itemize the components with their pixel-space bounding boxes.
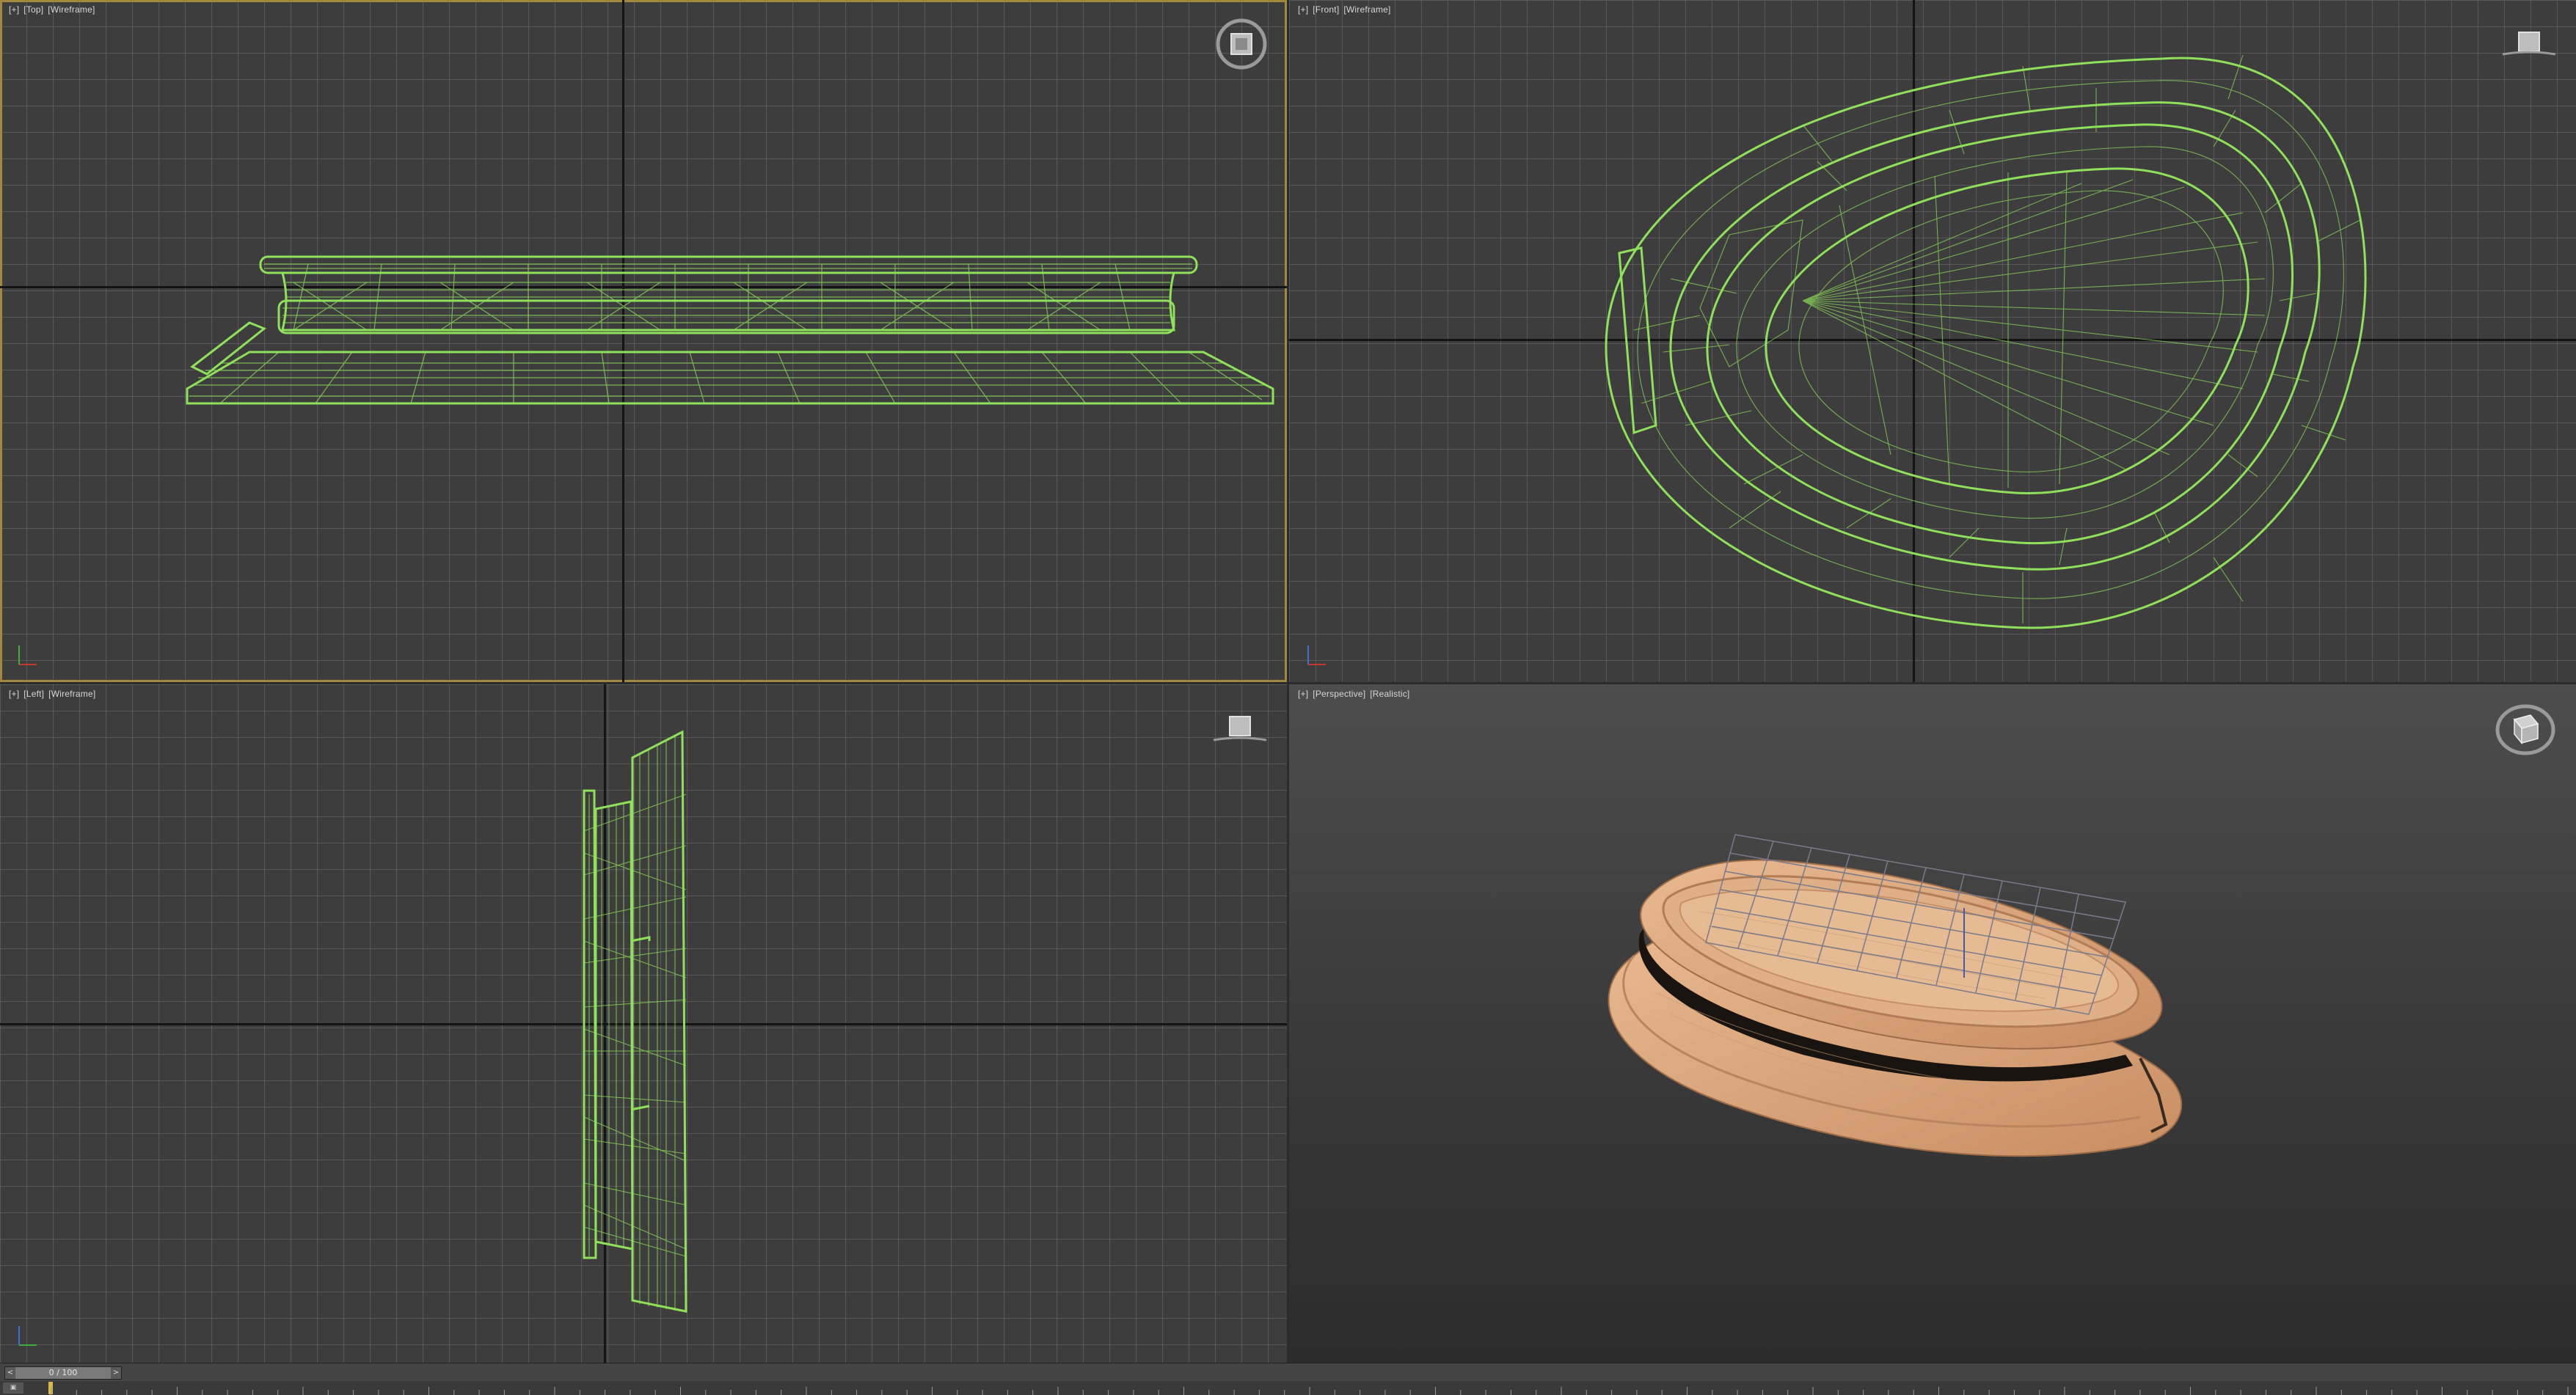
prev-frame-button[interactable]: < (5, 1367, 15, 1379)
viewport-front[interactable]: [+] [Front] [Wireframe] (1289, 0, 2576, 682)
axis-gizmo-icon (1307, 645, 1326, 665)
frame-readout[interactable]: 0 / 100 (15, 1367, 111, 1379)
wireframe-model-left[interactable] (0, 684, 1287, 1363)
wireframe-model-front[interactable] (1289, 0, 2576, 682)
timeline-ticks (51, 1387, 2569, 1395)
viewport-left[interactable]: [+] [Left] [Wireframe] (0, 684, 1287, 1363)
timeline-bar: < 0 / 100 > ▣ (0, 1363, 2576, 1395)
axis-gizmo-icon (18, 645, 37, 665)
next-frame-button[interactable]: > (111, 1367, 121, 1379)
wireframe-model-top[interactable] (0, 0, 1287, 682)
wood-model-perspective[interactable] (1289, 684, 2576, 1363)
viewport-perspective[interactable]: [+] [Perspective] [Realistic] (1289, 684, 2576, 1363)
viewport-top[interactable]: [+] [Top] [Wireframe] (0, 0, 1287, 682)
axis-gizmo-icon (18, 1326, 37, 1346)
time-slider[interactable]: < 0 / 100 > (4, 1366, 122, 1380)
timeline-track[interactable]: ▣ (0, 1381, 2576, 1395)
